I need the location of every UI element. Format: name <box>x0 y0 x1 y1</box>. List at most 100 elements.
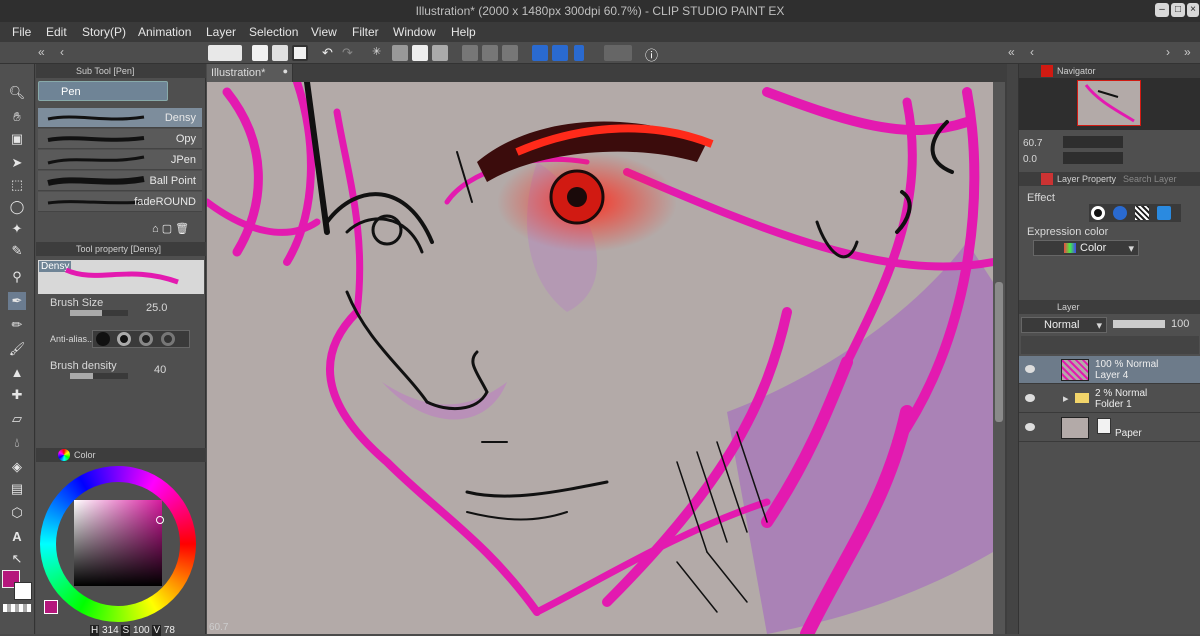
menu-file[interactable]: File <box>12 25 31 39</box>
hide-selection-icon[interactable] <box>462 45 478 61</box>
brush-item[interactable]: fadeROUND <box>38 192 202 212</box>
airbrush-icon[interactable]: ▲ <box>8 364 26 382</box>
layer-property-tab-icon[interactable] <box>1041 173 1053 185</box>
object-tool-icon[interactable]: ▣ <box>8 130 26 148</box>
folder-expand-icon[interactable]: ▸ <box>1063 392 1069 405</box>
auto-select-icon[interactable]: ✦ <box>8 220 26 238</box>
stabilization-icon[interactable] <box>552 45 568 61</box>
saturation-value-square[interactable] <box>74 500 164 586</box>
fill-icon[interactable] <box>412 45 428 61</box>
menu-animation[interactable]: Animation <box>138 25 191 39</box>
antialias-selector[interactable] <box>92 330 190 348</box>
navigator-zoom[interactable]: 60.7 <box>1023 138 1042 149</box>
layer-row[interactable]: ▸ 2 % Normal Folder 1 <box>1019 385 1200 413</box>
canvas-tab[interactable]: Illustration* ● <box>207 64 293 82</box>
antialias-none-icon[interactable] <box>96 332 110 346</box>
blend-mode-select[interactable]: Normal ▾ <box>1021 317 1107 333</box>
navigator-tab-icon[interactable] <box>1041 65 1053 77</box>
clear-icon[interactable] <box>392 45 408 61</box>
maximize-icon[interactable]: □ <box>1171 3 1185 17</box>
chevron-left-icon[interactable]: ‹ <box>60 45 76 61</box>
save-icon[interactable] <box>292 45 308 61</box>
snap-ruler-icon[interactable] <box>482 45 498 61</box>
canvas-vertical-scrollbar[interactable] <box>993 82 1005 634</box>
redo-icon[interactable]: ↷ <box>342 45 358 61</box>
eraser-icon[interactable]: ▱ <box>8 410 26 428</box>
brush-item[interactable]: Densy <box>38 108 202 128</box>
antialias-strong-icon[interactable] <box>161 332 175 346</box>
move-layer-icon[interactable]: ➤ <box>8 154 26 172</box>
eye-icon[interactable] <box>1025 365 1035 373</box>
workspace-menu-icon[interactable] <box>604 45 632 61</box>
border-effect-icon[interactable] <box>1091 206 1105 220</box>
collapse-left-icon[interactable]: « <box>38 45 54 61</box>
opacity-value[interactable]: 100 <box>1171 318 1189 330</box>
selection-area-icon[interactable]: ⬚ <box>8 176 26 194</box>
expand-right-icon[interactable]: » <box>1184 45 1200 61</box>
extract-line-icon[interactable] <box>1113 206 1127 220</box>
eye-icon[interactable] <box>1025 394 1035 402</box>
selection-launcher-icon[interactable] <box>432 45 448 61</box>
lasso-icon[interactable]: ◯ <box>8 198 26 216</box>
navigator-view[interactable] <box>1019 78 1200 130</box>
opacity-slider[interactable] <box>1113 320 1165 328</box>
close-tab-icon[interactable]: ● <box>283 66 288 76</box>
blend-icon[interactable]: 💧︎ <box>8 434 26 452</box>
balloon-icon[interactable]: ↖ <box>8 550 26 568</box>
scrollbar-thumb[interactable] <box>995 282 1003 422</box>
pen-pressure-icon[interactable] <box>574 45 584 61</box>
new-file-icon[interactable] <box>252 45 268 61</box>
sv-picker-handle[interactable] <box>156 516 164 524</box>
hand-tool-icon[interactable]: ✋︎ <box>8 108 26 126</box>
menu-selection[interactable]: Selection <box>249 25 298 39</box>
transparent-color-swatch[interactable] <box>3 604 31 612</box>
pen-tool-icon[interactable]: ✒ <box>8 292 26 310</box>
clip-studio-logo-icon[interactable] <box>208 45 242 61</box>
hsv-v-value[interactable]: 78 <box>164 625 175 636</box>
pen-group-tab[interactable]: Pen <box>38 81 168 101</box>
hsv-h-value[interactable]: 314 <box>102 625 119 636</box>
chevron-left-icon-right[interactable]: ‹ <box>1030 45 1046 61</box>
snap-grid-icon[interactable] <box>502 45 518 61</box>
zoom-readout[interactable]: 60.7 <box>209 622 228 633</box>
open-file-icon[interactable] <box>272 45 288 61</box>
brush-density-value[interactable]: 40 <box>154 364 166 376</box>
brush-item[interactable]: JPen <box>38 150 202 170</box>
menu-edit[interactable]: Edit <box>46 25 67 39</box>
search-layer-tab[interactable]: Search Layer <box>1123 174 1177 184</box>
close-icon[interactable]: × <box>1187 3 1199 17</box>
info-icon[interactable]: ⓘ <box>645 45 661 63</box>
menu-story[interactable]: Story(P) <box>82 25 126 39</box>
snap-special-ruler-icon[interactable] <box>532 45 548 61</box>
tone-effect-icon[interactable] <box>1135 206 1149 220</box>
drawing-canvas[interactable] <box>207 82 993 634</box>
color-wheel-tab-icon[interactable] <box>58 449 70 461</box>
stamp-icon[interactable]: ⚲ <box>8 268 26 286</box>
pencil-tool-icon[interactable]: ✏ <box>8 316 26 334</box>
text-tool-icon[interactable]: A <box>8 528 26 546</box>
navigator-zoom-slider[interactable] <box>1063 136 1123 148</box>
eye-icon[interactable] <box>1025 423 1035 431</box>
eyedropper-icon[interactable]: ✎ <box>8 242 26 260</box>
menu-layer[interactable]: Layer <box>206 25 236 39</box>
menu-filter[interactable]: Filter <box>352 25 379 39</box>
figure-icon[interactable]: ⬡ <box>8 504 26 522</box>
collapse-right-icon[interactable]: « <box>1008 45 1024 61</box>
antialias-mid-icon[interactable] <box>139 332 153 346</box>
hsv-s-value[interactable]: 100 <box>133 625 150 636</box>
brush-size-slider[interactable] <box>70 310 128 316</box>
layer-color-icon[interactable] <box>1157 206 1171 220</box>
navigator-rotation[interactable]: 0.0 <box>1023 154 1037 165</box>
brush-density-slider[interactable] <box>70 373 128 379</box>
current-color-chip[interactable] <box>44 600 58 614</box>
sub-color-swatch[interactable] <box>14 582 32 600</box>
zoom-tool-icon[interactable]: 🔍︎ <box>8 84 26 102</box>
layer-row[interactable]: 100 % Normal Layer 4 <box>1019 356 1200 384</box>
antialias-weak-icon[interactable] <box>117 332 131 346</box>
menu-view[interactable]: View <box>311 25 337 39</box>
brush-item[interactable]: Ball Point <box>38 171 202 191</box>
expression-color-select[interactable]: Color ▾ <box>1033 240 1139 256</box>
chevron-right-icon[interactable]: › <box>1166 45 1182 61</box>
minimize-icon[interactable]: – <box>1155 3 1169 17</box>
undo-icon[interactable]: ↶ <box>322 45 338 61</box>
